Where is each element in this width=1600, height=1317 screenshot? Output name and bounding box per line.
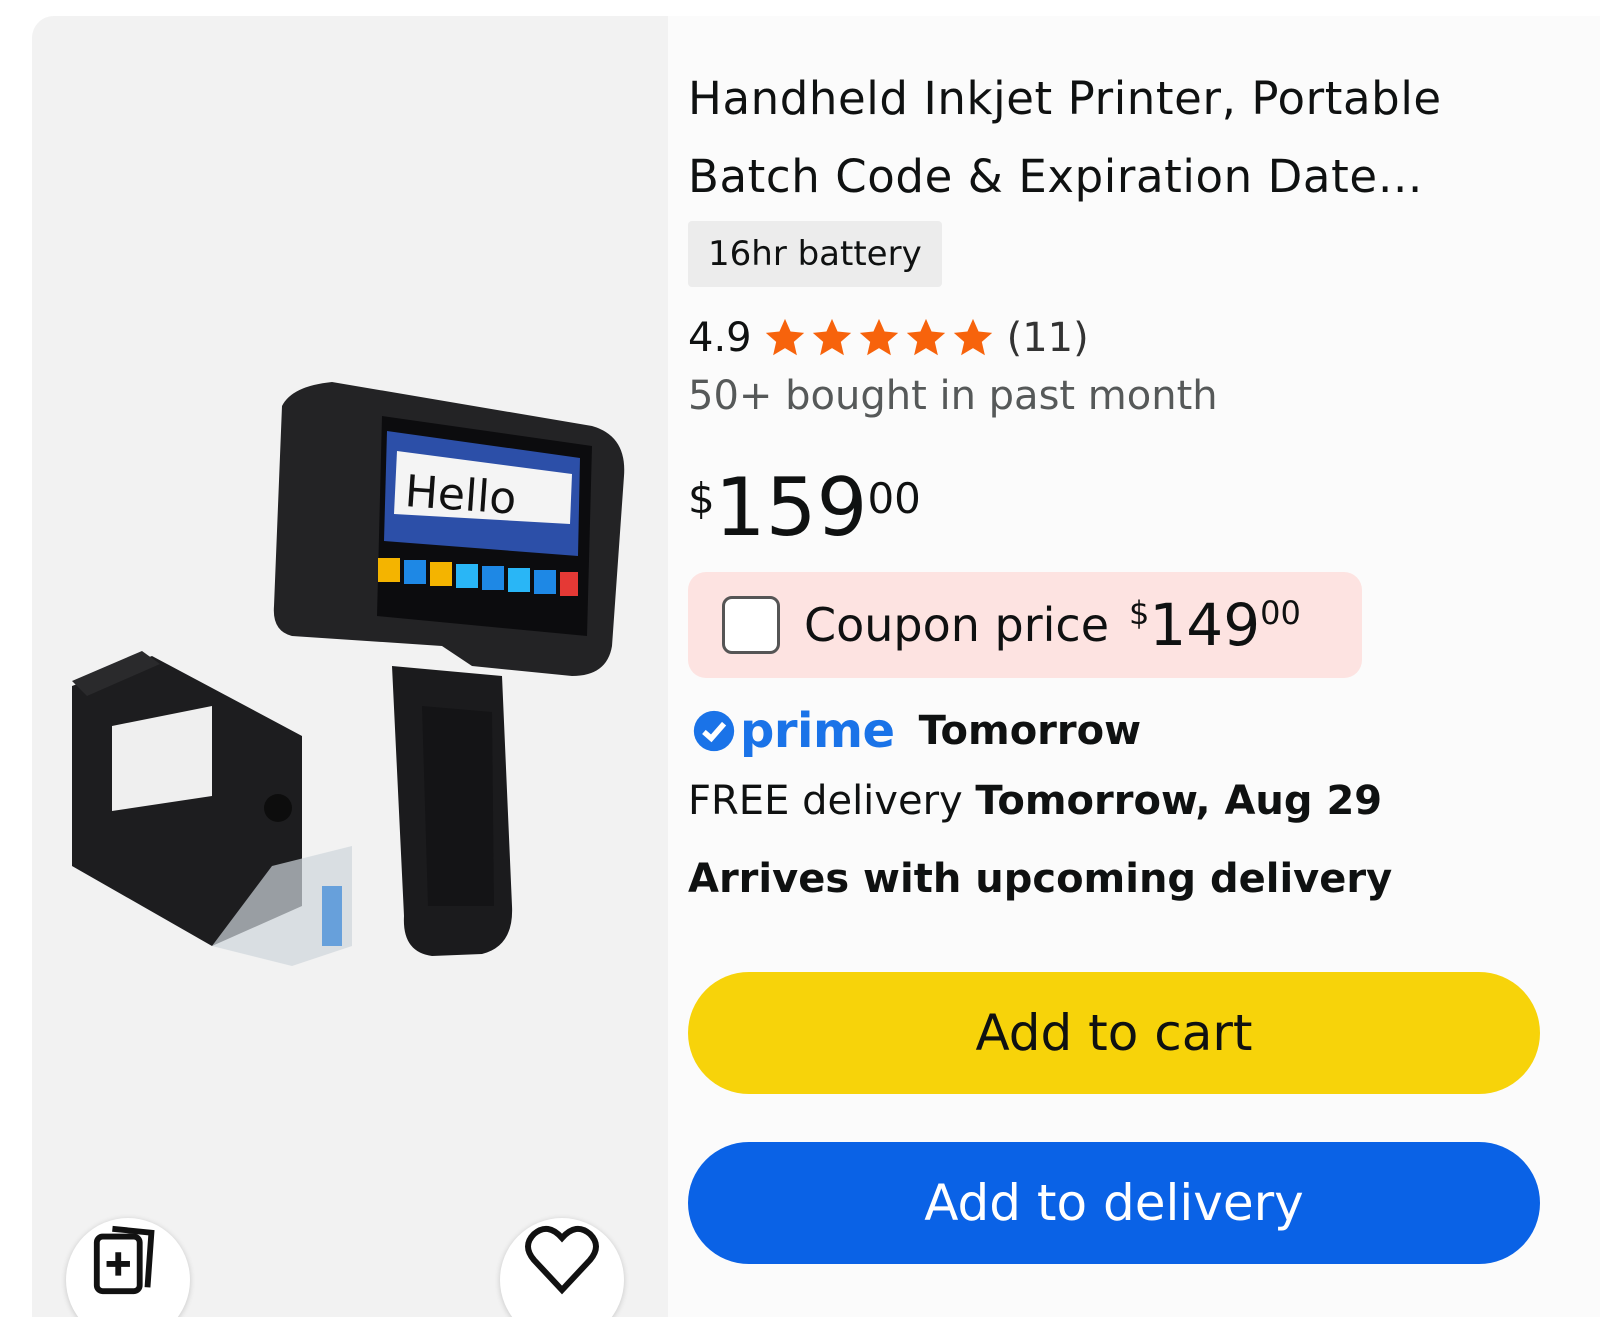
- product-title[interactable]: Handheld Inkjet Printer, Portable Batch …: [688, 60, 1548, 216]
- check-circle-icon: [693, 710, 735, 752]
- star-icon: [765, 318, 804, 356]
- delivery-info: FREE delivery Tomorrow, Aug 29: [688, 778, 1382, 824]
- rating-row[interactable]: 4.9 (11): [688, 308, 1089, 368]
- ink-cartridge-image: [72, 651, 352, 966]
- prime-logo: prime: [740, 703, 895, 759]
- heart-icon: [525, 1225, 599, 1295]
- product-card: Hello Handheld Inkjet Printer, Portable …: [32, 16, 1600, 1317]
- rating-stars: [762, 315, 997, 361]
- price-fraction: 00: [867, 474, 921, 523]
- bought-count: 50+ bought in past month: [688, 373, 1218, 419]
- prime-delivery-day: Tomorrow: [918, 708, 1142, 754]
- coupon-price-symbol: $: [1129, 594, 1150, 632]
- delivery-prefix: FREE delivery: [688, 778, 963, 824]
- star-icon: [953, 318, 992, 356]
- arrives-note: Arrives with upcoming delivery: [688, 856, 1393, 902]
- product-image-panel[interactable]: Hello: [32, 16, 668, 1317]
- star-icon: [906, 318, 945, 356]
- coupon-option[interactable]: Coupon price $ 149 00: [688, 572, 1362, 678]
- rating-count: (11): [1006, 315, 1089, 361]
- coupon-label: Coupon price: [804, 598, 1110, 652]
- compare-button[interactable]: [66, 1218, 190, 1317]
- add-to-delivery-button[interactable]: Add to delivery: [688, 1142, 1540, 1264]
- price: $ 159 00: [688, 458, 921, 558]
- star-icon: [812, 318, 851, 356]
- rating-value: 4.9: [688, 315, 752, 361]
- price-symbol: $: [688, 474, 715, 523]
- product-image[interactable]: Hello: [32, 346, 668, 1046]
- star-icon: [859, 318, 898, 356]
- delivery-date: Tomorrow, Aug 29: [975, 778, 1383, 824]
- compare-cards-icon: [93, 1225, 155, 1295]
- wishlist-button[interactable]: [500, 1218, 624, 1317]
- product-title-line1: Handheld Inkjet Printer, Portable: [688, 72, 1442, 125]
- battery-badge: 16hr battery: [688, 221, 942, 287]
- add-to-cart-button[interactable]: Add to cart: [688, 972, 1540, 1094]
- price-whole: 159: [714, 461, 868, 554]
- coupon-price-whole: 149: [1149, 591, 1261, 659]
- screen-hello-text: Hello: [403, 466, 518, 525]
- coupon-price: $ 149 00: [1129, 590, 1301, 660]
- prime-row: prime Tomorrow: [692, 696, 1141, 766]
- coupon-price-fraction: 00: [1260, 594, 1301, 632]
- product-title-line2: Batch Code & Expiration Date…: [688, 150, 1424, 203]
- coupon-checkbox[interactable]: [722, 596, 780, 654]
